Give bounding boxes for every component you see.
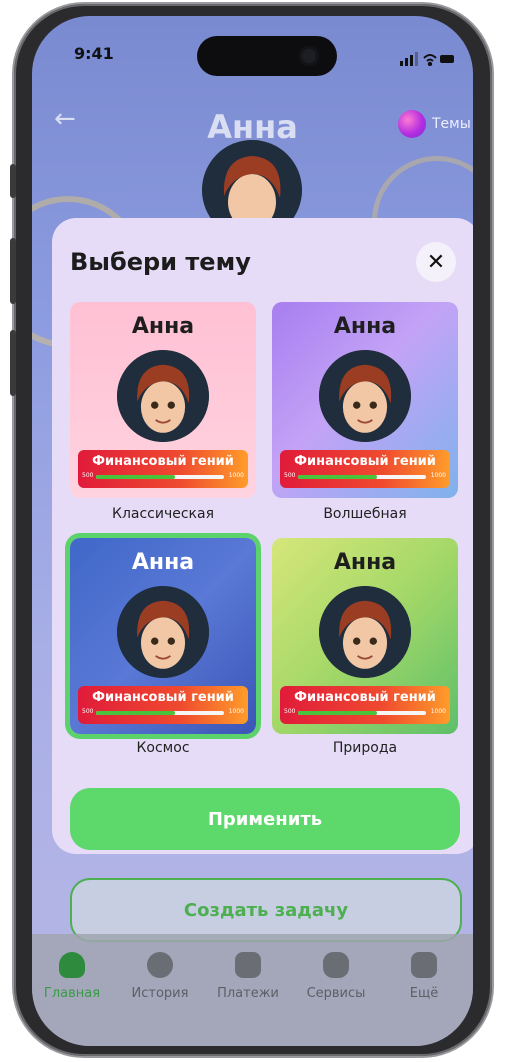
close-icon: ✕ — [426, 249, 446, 275]
badge-min: 500 — [284, 708, 296, 715]
theme-card-nature[interactable]: Анна Финансовый гений 500 1000 — [272, 538, 458, 734]
badge-progress — [298, 711, 426, 715]
tab-home[interactable]: Главная — [32, 952, 112, 1001]
theme-picker-modal: Выбери тему ✕ Анна Финансовый гений 500 … — [52, 218, 473, 854]
modal-title: Выбери тему — [70, 248, 251, 276]
badge-progress-fill — [96, 711, 176, 715]
badge-title: Финансовый гений — [294, 690, 436, 705]
badge-max: 1000 — [430, 708, 446, 715]
theme-label: Волшебная — [323, 506, 407, 522]
volume-up-button — [10, 238, 16, 304]
theme-card-classic[interactable]: Анна Финансовый гений 500 1000 — [70, 302, 256, 498]
status-icons — [400, 52, 454, 66]
theme-card-magic[interactable]: Анна Финансовый гений 500 1000 — [272, 302, 458, 498]
battery-icon — [440, 55, 454, 63]
camera-icon — [299, 46, 319, 66]
badge-max: 1000 — [228, 472, 244, 479]
services-icon — [323, 952, 349, 978]
badge-max: 1000 — [228, 708, 244, 715]
clock-icon — [147, 952, 173, 978]
card-name: Анна — [333, 550, 397, 575]
badge-min: 500 — [284, 472, 296, 479]
palette-icon — [398, 110, 426, 138]
tab-bar: Главная История Платежи Сервисы Ещё — [32, 934, 473, 1046]
badge-min: 500 — [82, 708, 94, 715]
tab-services[interactable]: Сервисы — [296, 952, 376, 1001]
achievement-badge: Финансовый гений 500 1000 — [280, 686, 450, 724]
badge-min: 500 — [82, 472, 94, 479]
card-name: Анна — [131, 314, 195, 339]
tab-label: История — [131, 986, 189, 1001]
badge-title: Финансовый гений — [92, 454, 234, 469]
theme-label: Классическая — [112, 506, 214, 522]
close-button[interactable]: ✕ — [416, 242, 456, 282]
avatar-illustration — [319, 586, 411, 678]
theme-card-space[interactable]: Анна Финансовый гений 500 1000 — [70, 538, 256, 734]
tab-payments[interactable]: Платежи — [208, 952, 288, 1001]
themes-label: Темы — [432, 116, 471, 132]
badge-progress-fill — [298, 711, 378, 715]
avatar — [117, 586, 209, 678]
signal-icon — [400, 52, 418, 66]
avatar — [319, 586, 411, 678]
more-icon — [411, 952, 437, 978]
dynamic-island — [197, 36, 337, 76]
tab-history[interactable]: История — [120, 952, 200, 1001]
avatar-illustration — [117, 350, 209, 442]
badge-progress — [96, 475, 224, 479]
mute-switch — [10, 164, 16, 198]
avatar-illustration — [319, 350, 411, 442]
badge-progress-fill — [298, 475, 378, 479]
badge-progress-fill — [96, 475, 176, 479]
card-name: Анна — [333, 314, 397, 339]
tab-more[interactable]: Ещё — [384, 952, 464, 1001]
create-task-button[interactable]: Создать задачу — [70, 878, 462, 942]
screen: 9:41 ← Анна Темы Выбери тему ✕ Анна Фина… — [32, 16, 473, 1046]
card-name: Анна — [131, 550, 195, 575]
apply-button[interactable]: Применить — [70, 788, 460, 850]
home-icon — [59, 952, 85, 978]
theme-label: Космос — [136, 740, 190, 756]
theme-label: Природа — [332, 740, 398, 756]
volume-down-button — [10, 330, 16, 396]
status-time: 9:41 — [74, 44, 114, 63]
achievement-badge: Финансовый гений 500 1000 — [78, 450, 248, 488]
tab-label: Ещё — [409, 986, 439, 1001]
avatar — [319, 350, 411, 442]
tab-label: Сервисы — [306, 986, 366, 1001]
themes-button[interactable]: Темы — [398, 110, 471, 138]
achievement-badge: Финансовый гений 500 1000 — [78, 686, 248, 724]
achievement-badge: Финансовый гений 500 1000 — [280, 450, 450, 488]
badge-max: 1000 — [430, 472, 446, 479]
avatar-illustration — [117, 586, 209, 678]
badge-progress — [96, 711, 224, 715]
wifi-icon — [423, 54, 437, 66]
badge-title: Финансовый гений — [92, 690, 234, 705]
badge-progress — [298, 475, 426, 479]
avatar — [117, 350, 209, 442]
tab-label: Платежи — [217, 986, 279, 1001]
tab-label: Главная — [43, 986, 101, 1001]
payments-icon — [235, 952, 261, 978]
badge-title: Финансовый гений — [294, 454, 436, 469]
status-bar: 9:41 — [32, 16, 473, 76]
